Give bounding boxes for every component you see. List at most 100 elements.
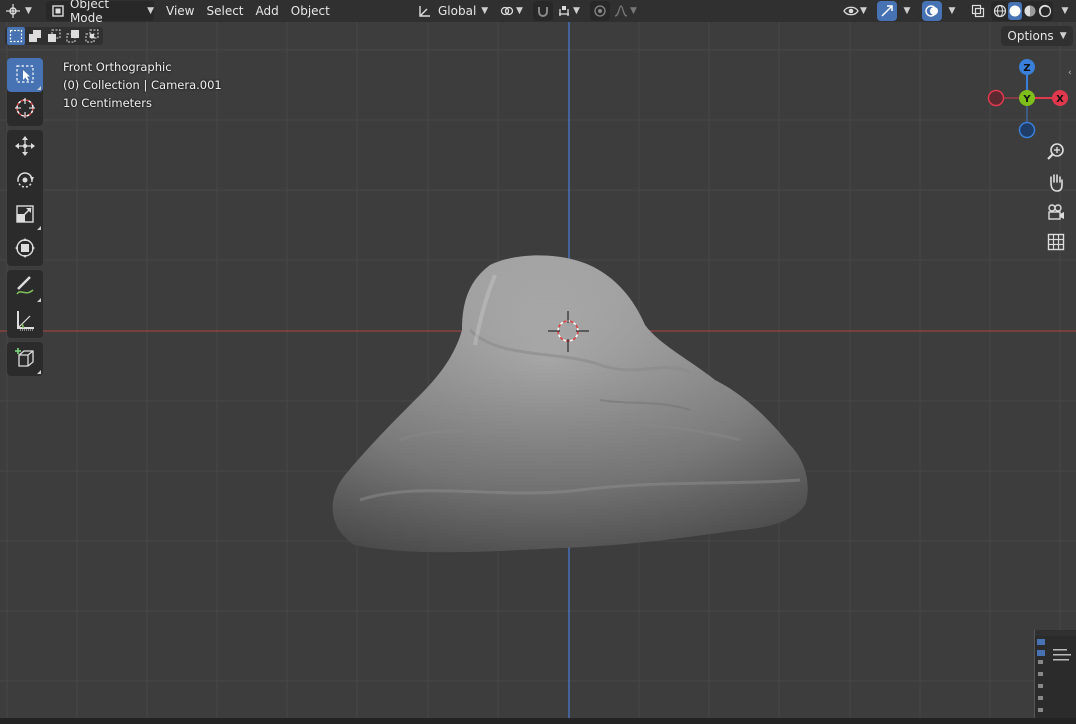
hand-icon [1046, 172, 1066, 195]
collection-text: (0) Collection | Camera.001 [63, 78, 222, 92]
grid-scale-text: 10 Centimeters [63, 96, 152, 110]
tool-shelf [7, 58, 43, 380]
chevron-down-icon: ▼ [903, 6, 911, 16]
zoom-button[interactable] [1042, 139, 1070, 167]
menu-view[interactable]: View [160, 1, 200, 21]
camera-icon [1046, 202, 1066, 225]
snap-target-dropdown[interactable]: ▼ [555, 1, 585, 21]
chevron-down-icon: ▼ [147, 6, 154, 16]
gizmo-dropdown[interactable]: ▼ [898, 1, 916, 21]
gizmo-toggle[interactable] [877, 1, 897, 21]
falloff-dropdown[interactable]: ▼ [612, 1, 642, 21]
xray-icon [969, 2, 987, 20]
tool-group-transform [7, 130, 43, 266]
menu-add[interactable]: Add [250, 1, 285, 21]
wireframe-shading-icon[interactable] [993, 2, 1007, 20]
orientation-label: Global [438, 4, 477, 18]
select-mode-group [5, 27, 103, 45]
proportional-editing-toggle[interactable] [590, 1, 610, 21]
select-new-icon[interactable] [7, 27, 25, 45]
solid-shading-icon[interactable] [1008, 2, 1022, 20]
chevron-down-icon: ▼ [1059, 31, 1067, 41]
select-invert-icon[interactable] [64, 27, 82, 45]
tool-group-select [7, 58, 43, 126]
menu-select[interactable]: Select [200, 1, 249, 21]
status-bar-edge [0, 718, 1076, 724]
add-cube-tool[interactable] [7, 342, 43, 376]
overlays-toggle[interactable] [922, 1, 942, 21]
select-extend-icon[interactable] [26, 27, 44, 45]
annotate-tool[interactable] [7, 270, 43, 304]
gizmo-y-label: Y [1022, 94, 1031, 105]
shading-dropdown[interactable]: ▼ [1056, 1, 1074, 21]
move-tool[interactable] [7, 130, 43, 164]
xray-toggle[interactable] [968, 1, 988, 21]
pivot-dropdown[interactable]: ▼ [498, 1, 526, 21]
options-dropdown[interactable]: Options ▼ [1001, 26, 1073, 46]
material-shading-icon[interactable] [1023, 2, 1037, 20]
chevron-down-icon: ▼ [573, 6, 580, 16]
gizmo-z-label: Z [1023, 63, 1030, 74]
scale-icon [14, 203, 36, 228]
gizmo-icon [878, 2, 896, 20]
gizmo-x-axis: X [1052, 90, 1068, 106]
mode-dropdown[interactable]: Object Mode ▼ [46, 0, 154, 25]
proportional-editing-icon [591, 2, 609, 20]
viewport-header: ▼ Object Mode ▼ View Select Add Object G… [0, 0, 1076, 25]
chevron-down-icon: ▼ [1061, 6, 1069, 16]
editor-type-button[interactable]: ▼ [4, 1, 40, 21]
viewport-info-overlay: Front Orthographic (0) Collection | Came… [63, 58, 222, 112]
rotate-icon [14, 169, 36, 194]
rotate-tool[interactable] [7, 164, 43, 198]
grid-icon [1047, 233, 1065, 254]
tool-group-add [7, 342, 43, 376]
zoom-icon [1046, 142, 1066, 165]
chevron-down-icon: ▼ [860, 6, 867, 16]
chevron-down-icon: ▼ [630, 6, 637, 16]
pan-button[interactable] [1042, 169, 1070, 197]
select-box-tool[interactable] [7, 58, 43, 92]
transform-orientation-dropdown[interactable]: Global ▼ [414, 1, 491, 21]
gizmo-neg-z [1018, 121, 1036, 139]
pivot-icon [498, 2, 516, 20]
tool-variants-indicator [37, 86, 41, 90]
visibility-dropdown[interactable]: ▼ [842, 1, 872, 21]
cursor-tool[interactable] [7, 92, 43, 126]
falloff-icon [612, 2, 630, 20]
scale-tool[interactable] [7, 198, 43, 232]
tool-variants-indicator [37, 226, 41, 230]
annotate-icon [14, 275, 36, 300]
cursor-icon [14, 97, 36, 122]
menu-object[interactable]: Object [285, 1, 336, 21]
select-intersect-icon[interactable] [83, 27, 101, 45]
camera-view-button[interactable] [1042, 199, 1070, 227]
navigation-gizmo[interactable]: Z X Y [984, 56, 1072, 144]
transform-tool[interactable] [7, 232, 43, 266]
select-subtract-icon[interactable] [45, 27, 63, 45]
snap-toggle[interactable] [533, 1, 553, 21]
options-label: Options [1007, 29, 1054, 43]
gizmo-z-axis: Z [1019, 59, 1035, 75]
screen-thumbnail [1034, 630, 1076, 720]
tool-group-annotate [7, 270, 43, 338]
object-mode-icon [50, 2, 67, 20]
measure-tool[interactable] [7, 304, 43, 338]
chevron-down-icon: ▼ [948, 6, 956, 16]
projection-toggle-button[interactable] [1042, 229, 1070, 257]
move-icon [14, 135, 36, 160]
chevron-down-icon: ▼ [25, 6, 32, 16]
chevron-down-icon: ▼ [516, 6, 523, 16]
sidebar-toggle[interactable]: ‹ [1068, 64, 1076, 78]
gizmo-y-axis: Y [1019, 90, 1035, 106]
header-menus: View Select Add Object [160, 1, 336, 21]
measure-icon [14, 309, 36, 334]
chevron-left-icon: ‹ [1068, 68, 1072, 78]
tool-variants-indicator [37, 298, 41, 302]
overlays-dropdown[interactable]: ▼ [943, 1, 961, 21]
chevron-down-icon: ▼ [481, 6, 489, 16]
transform-icon [14, 237, 36, 262]
view-name-text: Front Orthographic [63, 60, 172, 74]
rendered-shading-icon[interactable] [1038, 2, 1052, 20]
gizmo-x-label: X [1056, 94, 1064, 105]
orientation-icon [416, 2, 434, 20]
